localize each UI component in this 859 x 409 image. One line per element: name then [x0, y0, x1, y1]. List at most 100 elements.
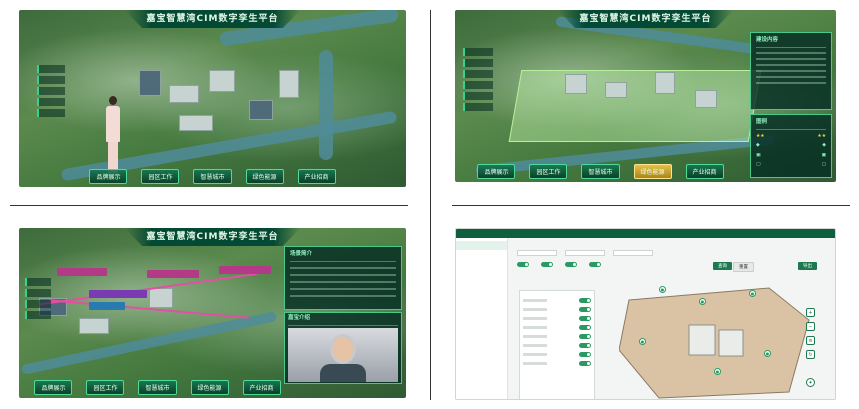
rotate-icon[interactable]: ↻ [806, 350, 815, 359]
zoom-out-icon[interactable]: − [806, 322, 815, 331]
sidebar-item[interactable] [456, 286, 507, 295]
app-header-bar [456, 229, 835, 238]
location-tag[interactable] [89, 290, 147, 298]
text-placeholder [756, 69, 826, 72]
panel-top-left: 嘉宝智慧湾CIM数字孪生平台 品牌展示 园区工作 智慧城市 绿色能源 产业招商 [19, 10, 406, 187]
layer-icon[interactable]: ≡ [806, 336, 815, 345]
camera-pin-icon[interactable]: ● [749, 290, 756, 297]
side-menu-item[interactable] [463, 70, 493, 78]
device-row [523, 343, 591, 348]
side-menu-item[interactable] [25, 289, 51, 297]
side-menu-item[interactable] [37, 65, 65, 73]
side-menu-item[interactable] [37, 87, 65, 95]
filter-select[interactable] [565, 250, 605, 256]
reset-button[interactable]: 重置 [733, 262, 754, 272]
side-menu-item[interactable] [37, 98, 65, 106]
legend-header: 图例 [756, 119, 826, 130]
building [139, 70, 161, 96]
side-menu-item[interactable] [463, 59, 493, 67]
toggle-switch[interactable] [541, 262, 553, 267]
side-menu-item[interactable] [25, 278, 51, 286]
device-row [523, 316, 591, 321]
bottom-nav-button[interactable]: 园区工作 [86, 380, 125, 395]
bottom-nav-button[interactable]: 绿色能源 [633, 164, 672, 179]
device-row [523, 361, 591, 366]
sidebar-item[interactable] [456, 313, 507, 322]
toggle-switch[interactable] [589, 262, 601, 267]
side-menu-item[interactable] [463, 81, 493, 89]
side-menu-item[interactable] [463, 48, 493, 56]
bottom-nav-button[interactable]: 智慧城市 [138, 380, 177, 395]
sidebar-item[interactable] [456, 277, 507, 286]
sidebar-item[interactable] [456, 250, 507, 259]
sidebar-item[interactable] [456, 295, 507, 304]
side-menu-item[interactable] [463, 92, 493, 100]
building [249, 100, 273, 120]
bottom-nav-button[interactable]: 绿色能源 [245, 169, 284, 184]
filter-bar [517, 250, 653, 256]
toggle-switch[interactable] [579, 298, 591, 303]
search-button[interactable]: 查询 [713, 262, 732, 270]
building [695, 90, 717, 108]
marker-icon: ▣ [756, 152, 761, 158]
bottom-nav-button[interactable]: 产业招商 [685, 164, 724, 179]
zoom-in-icon[interactable]: + [806, 308, 815, 317]
toggle-switch[interactable] [579, 361, 591, 366]
building [279, 70, 299, 98]
side-menu-item[interactable] [25, 311, 51, 319]
compass-icon[interactable]: ✦ [806, 378, 815, 387]
export-button[interactable]: 导出 [798, 262, 817, 270]
side-menu-item[interactable] [25, 300, 51, 308]
toggle-switch[interactable] [579, 307, 591, 312]
building [655, 72, 675, 94]
toggle-switch[interactable] [579, 334, 591, 339]
toggle-switch[interactable] [579, 352, 591, 357]
filter-select[interactable] [517, 250, 557, 256]
location-tag[interactable] [89, 302, 125, 310]
camera-pin-icon[interactable]: ● [699, 298, 706, 305]
location-tag[interactable] [57, 268, 107, 276]
device-label [523, 326, 547, 329]
bottom-nav-button[interactable]: 智慧城市 [193, 169, 232, 184]
bottom-nav-button[interactable]: 产业招商 [297, 169, 336, 184]
sidebar-item[interactable] [456, 268, 507, 277]
side-menu-item[interactable] [37, 109, 65, 117]
bottom-nav-button[interactable]: 品牌展示 [89, 169, 128, 184]
core-block [718, 329, 744, 357]
bottom-nav-button[interactable]: 园区工作 [529, 164, 568, 179]
sidebar-item[interactable] [456, 259, 507, 268]
camera-pin-icon[interactable]: ● [639, 338, 646, 345]
sidebar-item[interactable] [456, 241, 507, 250]
side-menu-item[interactable] [37, 76, 65, 84]
bottom-nav-button[interactable]: 品牌展示 [34, 380, 73, 395]
toggle-switch[interactable] [579, 343, 591, 348]
sidebar [456, 238, 508, 399]
filter-select[interactable] [613, 250, 653, 256]
toggle-switch[interactable] [579, 316, 591, 321]
bottom-nav-button[interactable]: 园区工作 [141, 169, 180, 184]
device-label [523, 344, 547, 347]
video-player[interactable] [288, 327, 398, 382]
toggle-switch[interactable] [565, 262, 577, 267]
text-placeholder [756, 63, 826, 66]
camera-pin-icon[interactable]: ● [764, 350, 771, 357]
device-label [523, 362, 547, 365]
divider [452, 205, 850, 206]
bottom-nav-button[interactable]: 绿色能源 [190, 380, 229, 395]
main-content: 查询 重置 导出 ● ● ● ● ● ● + − ≡ ↻ ✦ [509, 238, 835, 399]
side-menu-item[interactable] [463, 103, 493, 111]
sidebar-item[interactable] [456, 304, 507, 313]
sidebar-item[interactable] [456, 322, 507, 331]
camera-pin-icon[interactable]: ● [714, 368, 721, 375]
core-block [688, 324, 716, 356]
toggle-switch[interactable] [579, 325, 591, 330]
floor-plan-3d[interactable] [619, 280, 819, 400]
bottom-nav-button[interactable]: 智慧城市 [581, 164, 620, 179]
bottom-nav-button[interactable]: 产业招商 [242, 380, 281, 395]
bottom-nav-button[interactable]: 品牌展示 [477, 164, 516, 179]
device-label [523, 317, 547, 320]
location-tag[interactable] [147, 270, 199, 278]
location-tag[interactable] [219, 266, 271, 274]
camera-pin-icon[interactable]: ● [659, 286, 666, 293]
toggle-switch[interactable] [517, 262, 529, 267]
